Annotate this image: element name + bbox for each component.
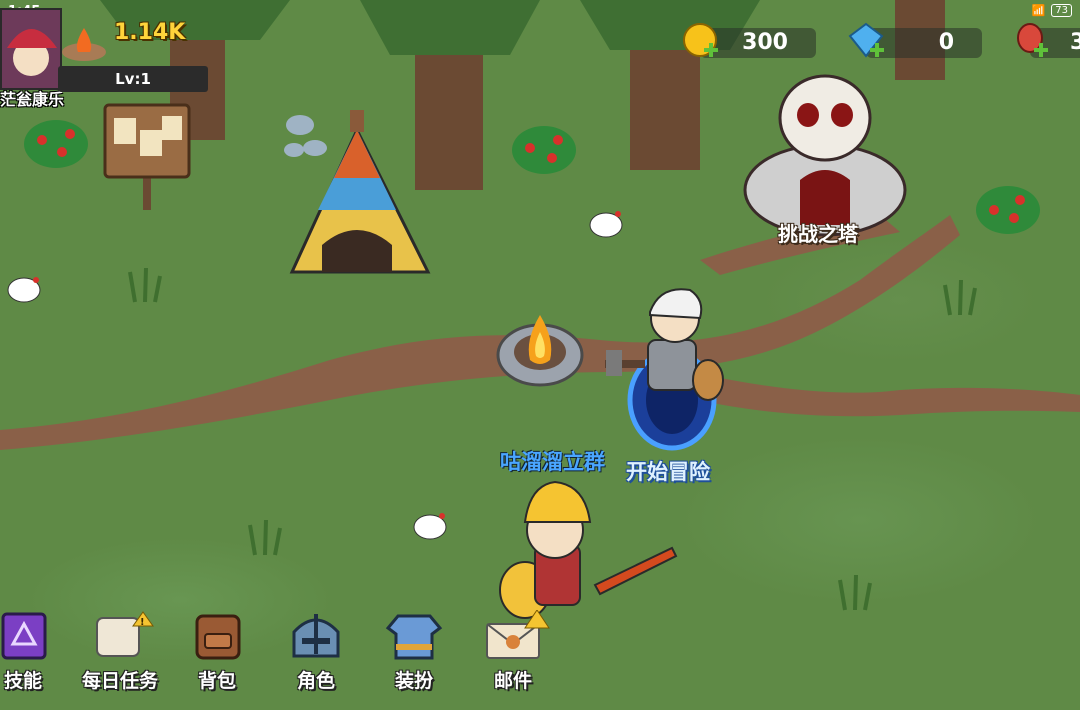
- challenge-tower-icon[interactable]: [743, 74, 907, 237]
- meat-value: 3: [1070, 30, 1080, 55]
- tent-icon[interactable]: [289, 110, 431, 274]
- scroll-icon: !: [96, 611, 154, 657]
- player-character-icon[interactable]: [499, 480, 678, 619]
- diamond-counter[interactable]: 0: [848, 22, 982, 58]
- nav-character-button[interactable]: 角色: [271, 608, 361, 708]
- avatar-icon: [2, 10, 60, 88]
- challenge-tower-label[interactable]: 挑战之塔: [778, 218, 858, 247]
- svg-text:!: !: [140, 617, 145, 628]
- chicken-icon: [589, 211, 623, 238]
- tree-icon: [360, 0, 540, 190]
- gold-counter[interactable]: 300: [683, 23, 816, 58]
- nav-mail-label: 邮件: [493, 670, 532, 692]
- nav-character-label: 角色: [296, 670, 335, 692]
- meat-counter[interactable]: 3: [1017, 23, 1080, 58]
- tree-icon: [580, 0, 760, 170]
- chicken-icon: [7, 277, 41, 303]
- notice-board-icon: [103, 103, 191, 210]
- knight-helmet-icon: [292, 614, 340, 658]
- berry-bush-icon: [976, 186, 1040, 234]
- nav-skills-button[interactable]: 技能: [0, 608, 68, 708]
- power-value: 1.14K: [114, 20, 186, 45]
- nav-backpack-button[interactable]: 背包: [172, 608, 262, 708]
- meat-icon: [1017, 23, 1048, 57]
- level-indicator: Lv:1: [58, 66, 208, 92]
- map-scenery: [0, 0, 1080, 619]
- diamond-icon: [848, 22, 884, 58]
- status-icons: 📶 73: [1032, 4, 1072, 17]
- mushroom-cluster-icon: [284, 115, 327, 157]
- game-map-background: [0, 0, 1080, 710]
- player-avatar[interactable]: [0, 8, 62, 90]
- power-campfire-icon: [60, 22, 108, 66]
- player-name: 茫瓮康乐: [0, 90, 65, 109]
- nav-outfit-button[interactable]: 装扮: [369, 608, 459, 708]
- nav-outfit-label: 装扮: [394, 670, 433, 692]
- guild-name-label: 咕溜溜立群: [500, 450, 605, 474]
- backpack-icon: [195, 614, 241, 660]
- start-adventure-label[interactable]: 开始冒险: [626, 456, 710, 486]
- campfire-icon: [496, 315, 584, 387]
- gold-value: 300: [742, 30, 788, 55]
- nav-backpack-label: 背包: [197, 670, 236, 692]
- battery-icon: 73: [1051, 4, 1072, 17]
- nav-skills-label: 技能: [3, 670, 42, 692]
- chicken-icon: [413, 513, 447, 540]
- nav-mail-button[interactable]: 邮件: [468, 608, 558, 708]
- wifi-icon: 📶: [1031, 4, 1046, 17]
- gold-coin-icon: [683, 23, 718, 57]
- nav-daily-tasks-button[interactable]: ! 每日任务: [74, 608, 166, 708]
- berry-bush-icon: [24, 120, 88, 168]
- nav-daily-tasks-label: 每日任务: [81, 670, 158, 692]
- diamond-value: 0: [938, 30, 954, 55]
- skill-book-icon: [1, 612, 47, 660]
- berry-bush-icon: [512, 126, 576, 174]
- mail-icon: [486, 610, 550, 659]
- armor-icon: [385, 614, 443, 660]
